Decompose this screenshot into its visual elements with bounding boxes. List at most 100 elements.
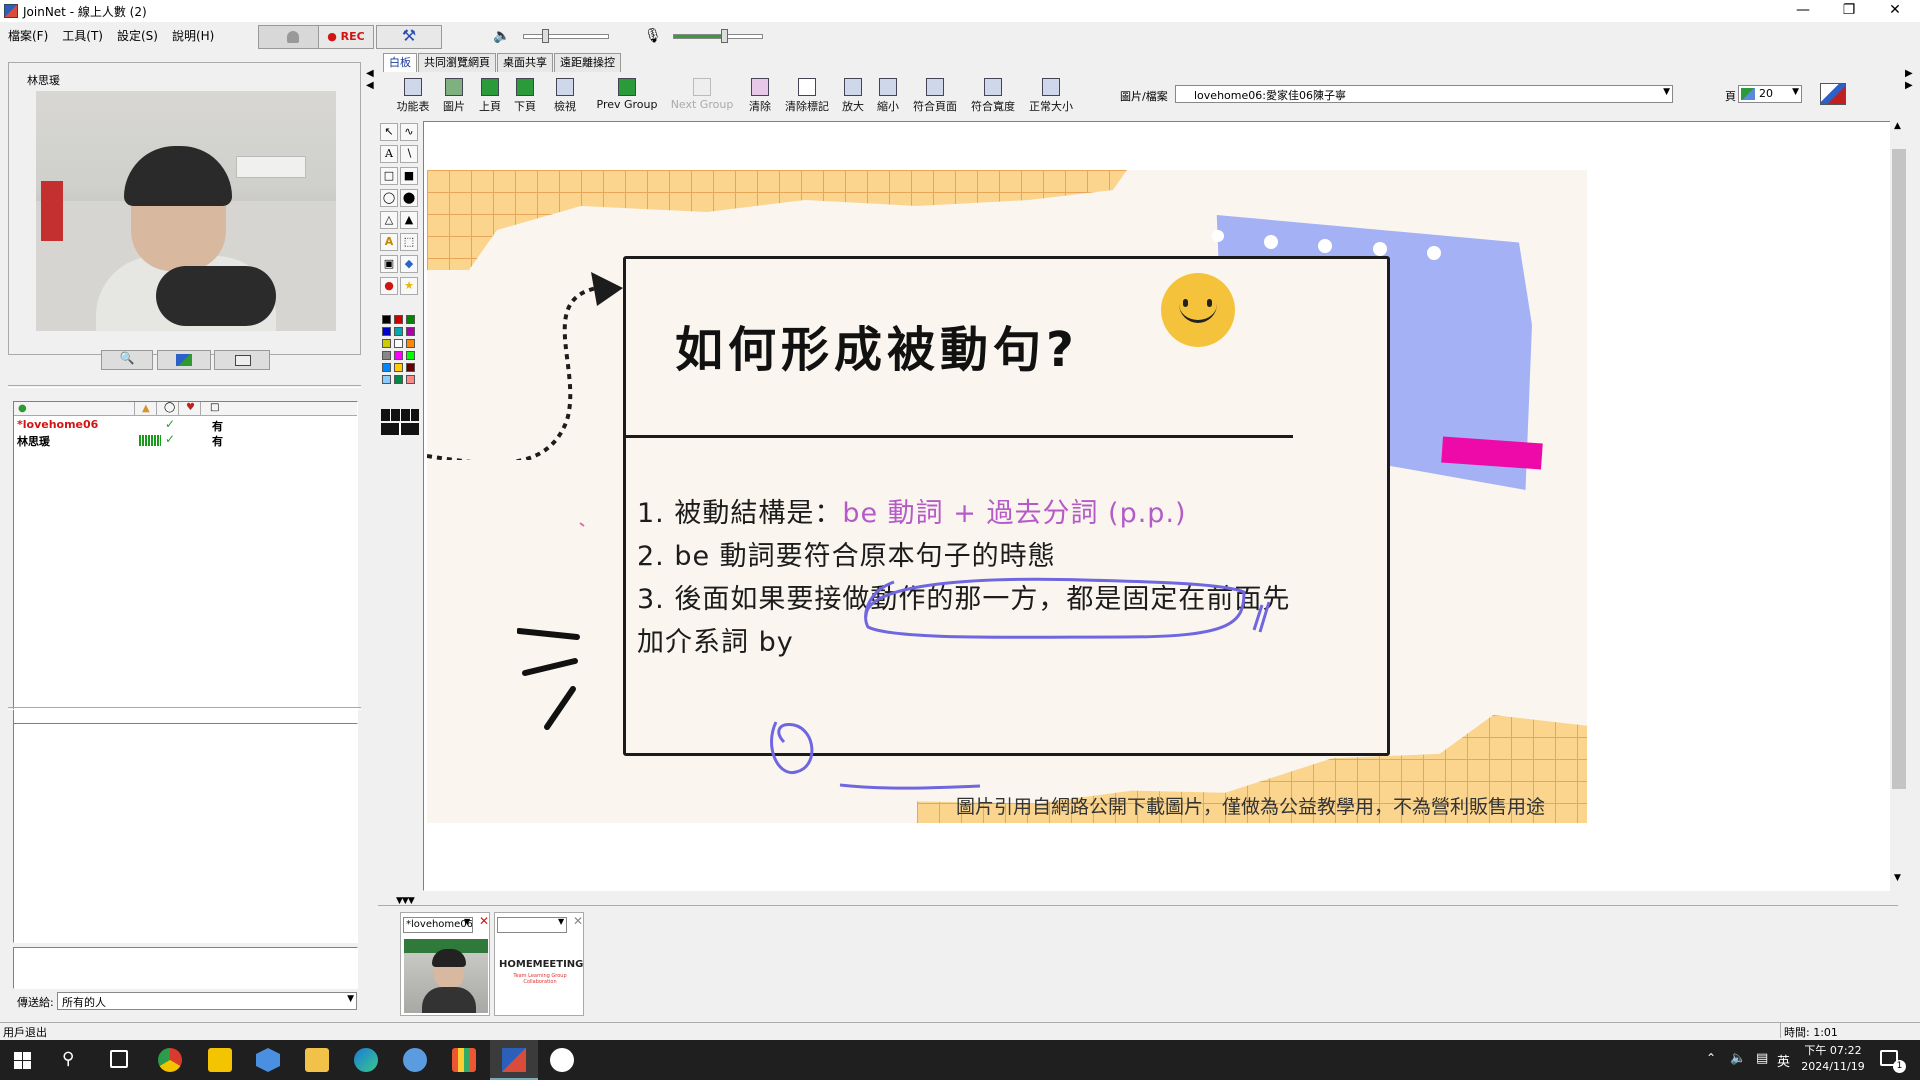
wrench-icon[interactable]: ⚒ [376,25,442,49]
image-tool-button[interactable]: 圖片 [437,78,471,114]
volume-icon[interactable]: 🔈 [1730,1051,1746,1066]
selection-icon[interactable]: ⬚ [400,233,418,251]
restore-button[interactable]: ❐ [1826,0,1872,22]
menu-tools[interactable]: 工具(T) [62,27,103,44]
filled-rectangle-icon[interactable]: ■ [400,167,418,185]
thumb-user1[interactable]: *lovehome06 ▼ ✕ [400,912,490,1016]
camera-zoom-button[interactable]: 🔍 [101,350,153,370]
fit-width-button[interactable]: 符合寬度 [967,78,1019,114]
scroll-up-icon[interactable]: ▲ [1894,121,1901,131]
thumb-user-select[interactable] [497,917,567,933]
close-icon[interactable]: ✕ [479,914,489,928]
close-icon[interactable]: ✕ [573,914,583,928]
line-width-picker[interactable] [380,409,420,439]
menu-tool-button[interactable]: 功能表 [393,78,433,114]
mic-volume-slider[interactable] [673,34,763,39]
chevron-up-icon[interactable]: ⌃ [1706,1051,1716,1065]
text-tool-icon[interactable]: A [380,145,398,163]
next-group-button[interactable]: Next Group [666,78,738,111]
whiteboard-canvas[interactable]: 如何形成被動句? 1. 被動結構是：be 動詞 + 過去分詞 (p.p.) 2.… [423,121,1893,891]
filled-ellipse-icon[interactable]: ⬤ [400,189,418,207]
collapse-left-icon[interactable]: ◀ ◀ [366,68,376,108]
file-select[interactable]: lovehome06:愛家佳06陳子寧 ▼ [1175,85,1673,103]
next-page-button[interactable]: 下頁 [510,78,540,114]
color-swatch[interactable] [406,339,415,348]
color-swatch[interactable] [406,315,415,324]
pinned-app-icon[interactable] [452,1048,476,1072]
user-row[interactable]: 林思瑗 ✓ 有 [17,432,357,448]
highlight-text-icon[interactable]: A [380,233,398,251]
virtualbox-icon[interactable] [256,1048,280,1072]
pointer-icon[interactable]: ↖ [380,123,398,141]
speaker-slider-knob[interactable] [542,29,549,43]
color-swatch[interactable] [394,351,403,360]
edge-icon[interactable] [354,1048,378,1072]
rectangle-icon[interactable]: □ [380,167,398,185]
snapshot-button[interactable] [214,350,270,370]
scroll-thumb[interactable] [1892,149,1906,789]
fill-icon[interactable]: ◆ [400,255,418,273]
page-select[interactable]: 20 ▼ [1738,85,1802,103]
search-icon[interactable]: ⚲ [62,1049,74,1069]
close-button[interactable]: ✕ [1872,0,1918,22]
clear-button[interactable]: 清除 [745,78,775,114]
prev-group-button[interactable]: Prev Group [593,78,661,111]
color-swatch[interactable] [394,375,403,384]
switch-view-button[interactable] [157,350,211,370]
network-icon[interactable]: ▤ [1756,1051,1768,1066]
select-area-icon[interactable]: ▣ [380,255,398,273]
zoom-out-button[interactable]: 縮小 [873,78,903,114]
microphone-icon[interactable]: 🎙 [644,28,662,44]
color-swatch[interactable] [394,339,403,348]
star-icon[interactable]: ★ [400,277,418,295]
joinnet-taskbar-button[interactable] [490,1040,538,1080]
speaker-icon[interactable]: 🔈 [493,28,510,44]
color-swatch[interactable] [406,351,415,360]
color-palette-icon[interactable] [1820,83,1846,105]
apple-icon[interactable]: ● [380,277,398,295]
normal-size-button[interactable]: 正常大小 [1025,78,1077,114]
view-button[interactable]: 檢視 [545,78,585,114]
task-view-icon[interactable] [110,1050,128,1068]
rec-button[interactable]: ● REC [318,25,374,49]
color-swatch[interactable] [382,375,391,384]
send-to-select[interactable]: 所有的人 ▼ [57,992,357,1010]
color-swatch[interactable] [394,363,403,372]
clock[interactable]: 下午 07:22 2024/11/19 [1800,1043,1866,1075]
input-language[interactable]: 英 [1777,1051,1790,1070]
chat-input[interactable] [13,947,358,989]
color-swatch[interactable] [406,327,415,336]
windows-start-icon[interactable] [14,1052,31,1069]
tab-whiteboard[interactable]: 白板 [383,53,417,72]
speaker-volume-slider[interactable] [523,34,609,39]
color-swatch[interactable] [382,315,391,324]
line-tool-icon[interactable]: ∖ [400,145,418,163]
thumb-empty-slot[interactable]: ▼ ✕ HOMEMEETING Team Learning Group Coll… [494,912,584,1016]
pinned-app-icon[interactable] [403,1048,427,1072]
chrome-icon[interactable] [158,1048,182,1072]
tab-co-browse[interactable]: 共同瀏覽網頁 [418,53,496,72]
tab-desktop-share[interactable]: 桌面共享 [497,53,553,72]
thumb-user-select[interactable]: *lovehome06 [403,917,473,933]
user-row[interactable]: *lovehome06 ✓ 有 [17,417,357,433]
canvas-scrollbar[interactable]: ▲ ▼ [1890,121,1908,891]
filled-polygon-icon[interactable]: ▲ [400,211,418,229]
color-swatch[interactable] [394,315,403,324]
folder-icon[interactable] [305,1048,329,1072]
pinned-app-icon[interactable] [550,1048,574,1072]
mic-slider-knob[interactable] [721,29,728,43]
clear-marks-button[interactable]: 清除標記 [781,78,833,114]
menu-file[interactable]: 檔案(F) [8,27,48,44]
collapse-right-icon[interactable]: ▶ ▶ [1905,68,1915,108]
ellipse-icon[interactable]: ◯ [380,189,398,207]
prev-page-button[interactable]: 上頁 [475,78,505,114]
color-swatch[interactable] [382,351,391,360]
color-swatch[interactable] [406,363,415,372]
color-swatch[interactable] [382,363,391,372]
minimize-button[interactable]: — [1780,0,1826,22]
pinned-app-icon[interactable] [208,1048,232,1072]
color-swatch[interactable] [382,339,391,348]
menu-settings[interactable]: 設定(S) [117,27,158,44]
lasso-icon[interactable]: ∿ [400,123,418,141]
color-swatch[interactable] [394,327,403,336]
